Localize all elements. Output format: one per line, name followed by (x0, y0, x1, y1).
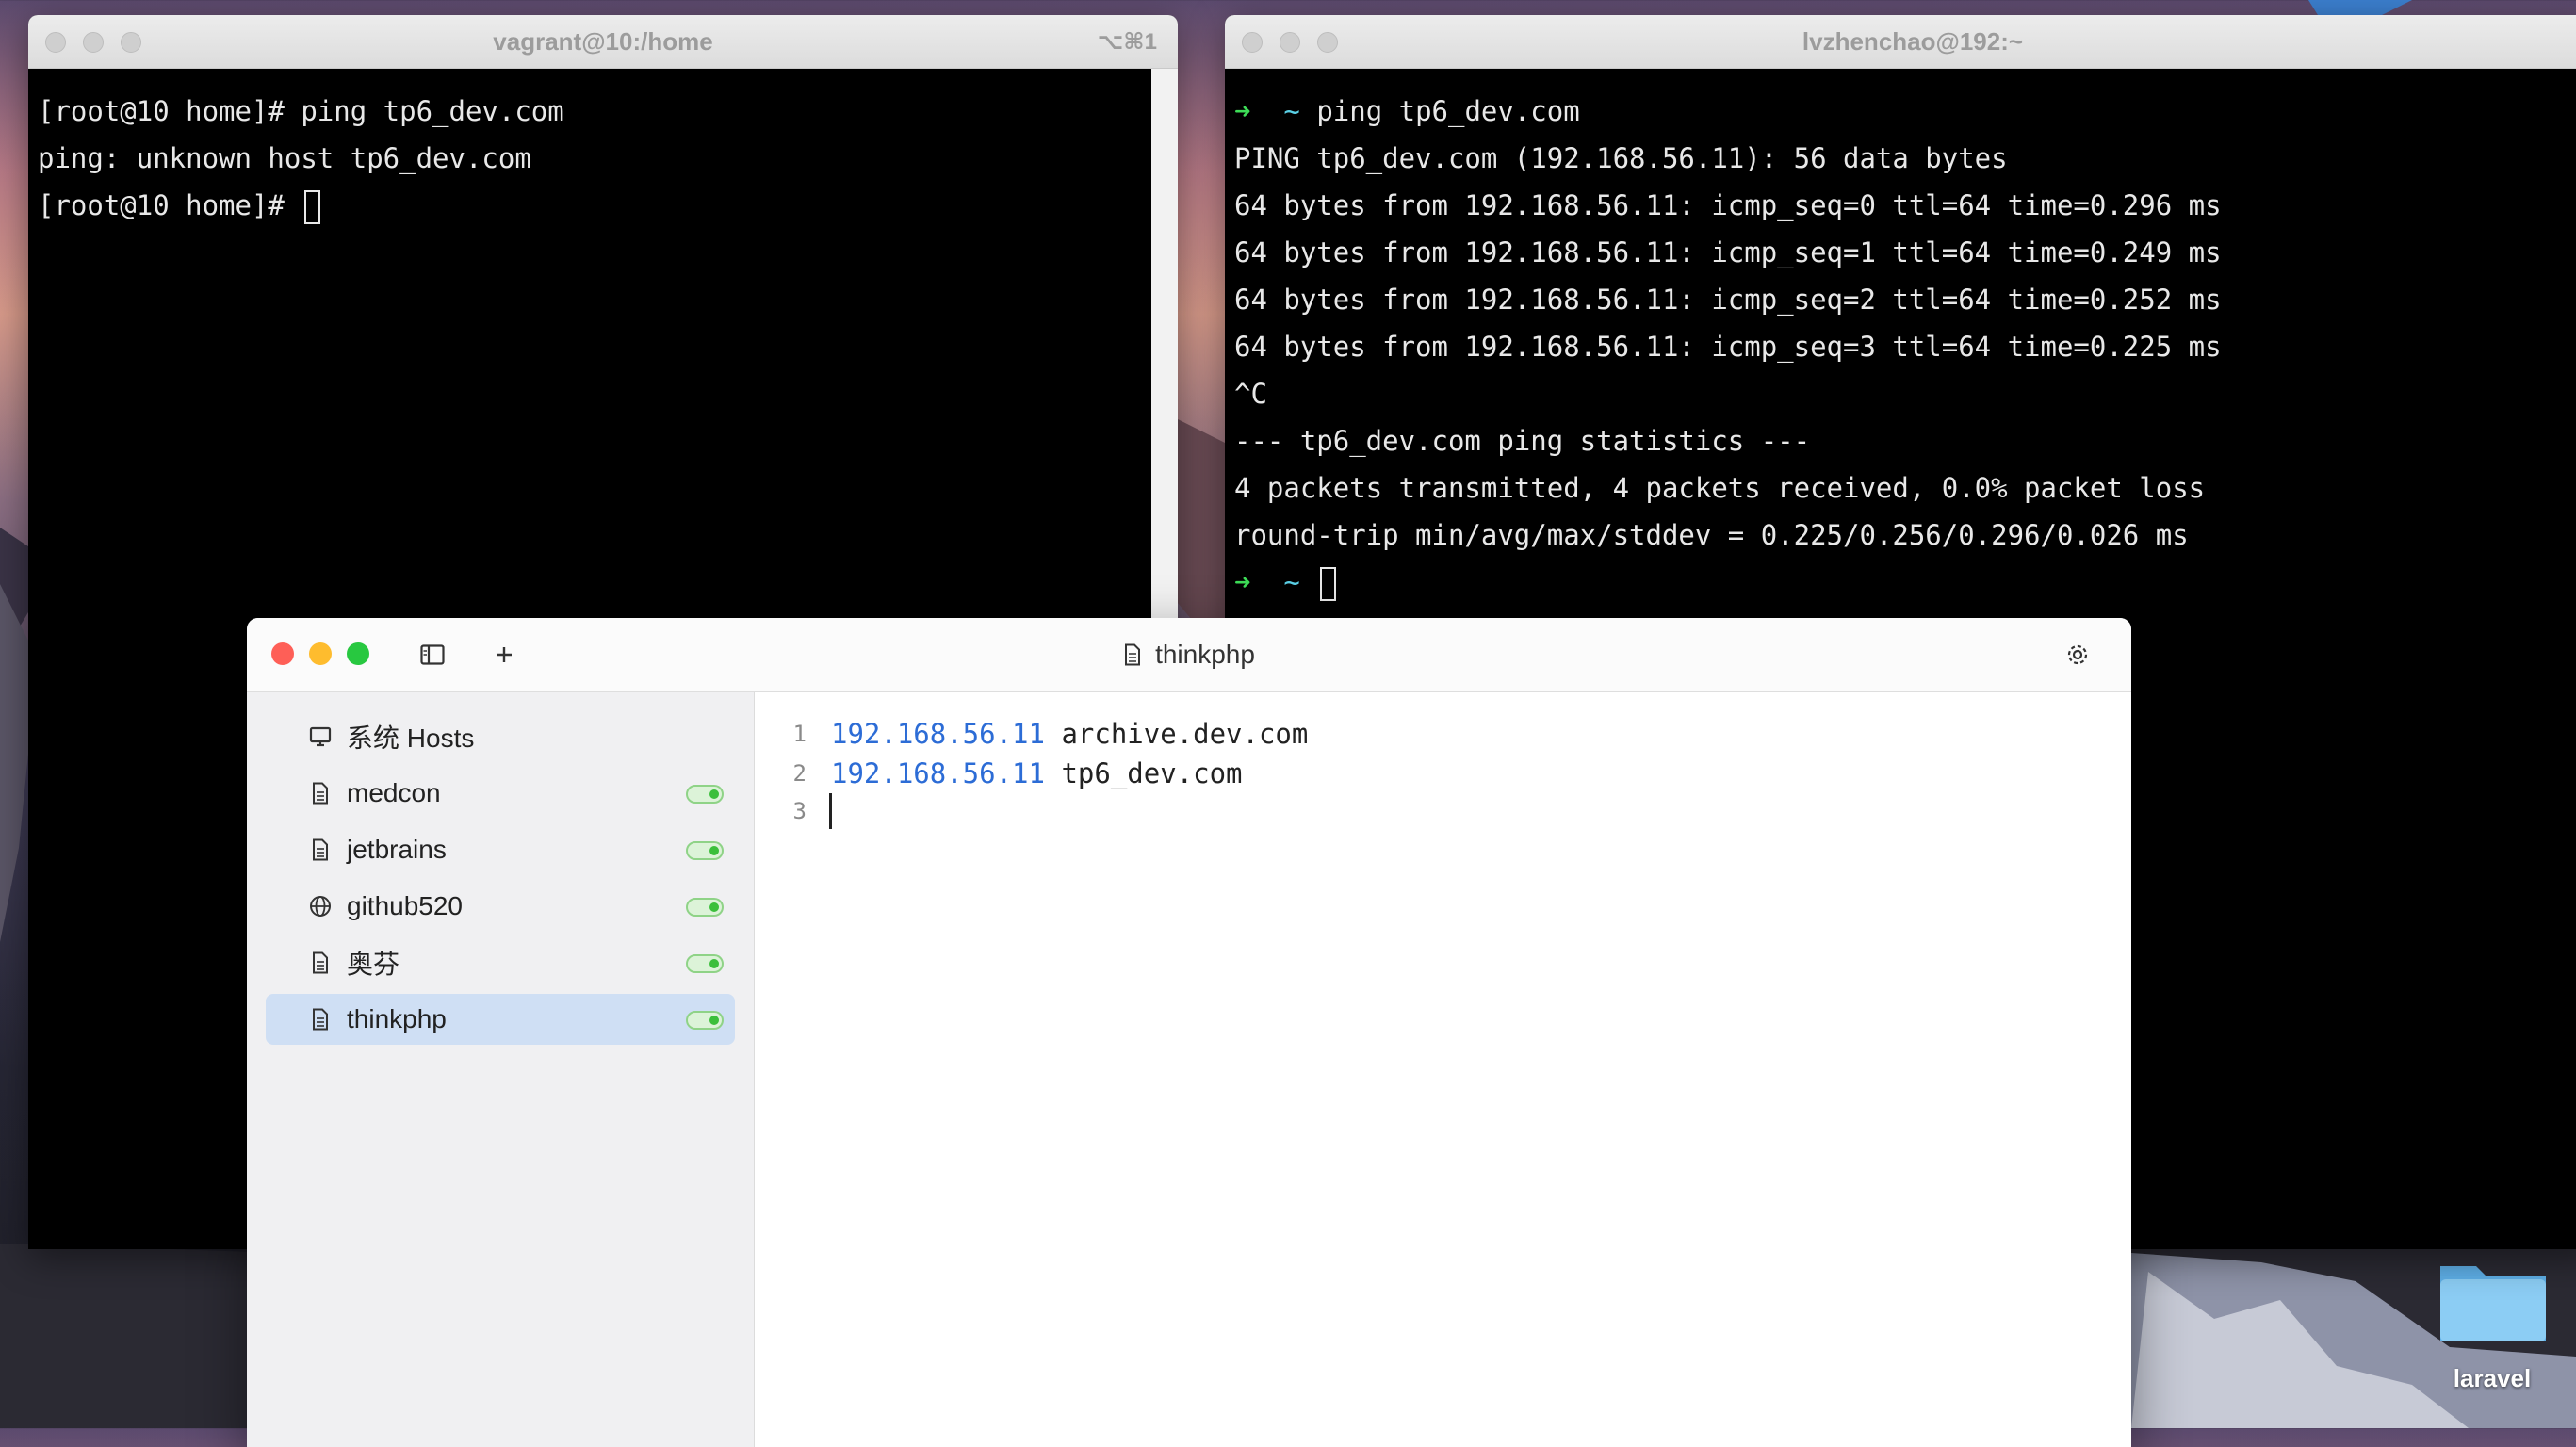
close-button[interactable] (271, 642, 294, 665)
maximize-button[interactable] (347, 642, 369, 665)
terminal-prompt-line: [root@10 home]# (38, 182, 1168, 229)
document-icon (313, 1008, 328, 1031)
document-icon (313, 782, 328, 805)
terminal-cursor (304, 190, 321, 224)
hostname: tp6_dev.com (1044, 757, 1243, 789)
terminal-line: 4 packets transmitted, 4 packets receive… (1234, 472, 2206, 504)
enable-toggle[interactable] (686, 1011, 724, 1030)
minimize-button[interactable] (1280, 32, 1300, 53)
maximize-button[interactable] (1317, 32, 1338, 53)
window-controls[interactable] (271, 642, 369, 665)
prompt-arrow: ➜ (1234, 566, 1251, 598)
terminal-line: ping: unknown host tp6_dev.com (38, 142, 531, 174)
sidebar-item-thinkphp[interactable]: thinkphp (266, 994, 735, 1045)
sidebar-item-medcon[interactable]: medcon (266, 768, 735, 819)
editor-line: 2 192.168.56.11 tp6_dev.com (756, 755, 1243, 792)
editor-line: 1 192.168.56.11 archive.dev.com (756, 715, 1309, 753)
folder-icon[interactable] (2437, 1253, 2550, 1347)
prompt-arrow: ➜ (1234, 95, 1251, 127)
sidebar-item-label: jetbrains (347, 835, 447, 864)
window-controls[interactable] (45, 32, 141, 53)
terminal-left-title: vagrant@10:/home (493, 26, 713, 56)
terminal-command: ping tp6_dev.com (1299, 95, 1580, 127)
sidebar-item-jetbrains[interactable]: jetbrains (266, 824, 735, 875)
hosts-editor[interactable]: 1 192.168.56.11 archive.dev.com 2 192.16… (756, 692, 2131, 1447)
folder-label[interactable]: laravel (2412, 1364, 2572, 1393)
enable-toggle[interactable] (686, 898, 724, 917)
terminal-right-output[interactable]: ➜ ~ ping tp6_dev.com PING tp6_dev.com (19… (1225, 69, 2576, 606)
hosts-app-window[interactable]: thinkphp 系统 Hosts medcon jetbrains githu… (247, 618, 2131, 1447)
minimize-button[interactable] (83, 32, 104, 53)
line-number: 2 (792, 760, 807, 787)
sidebar-item-label: medcon (347, 778, 441, 807)
terminal-prompt-line: ➜ ~ (1234, 559, 2576, 606)
monitor-icon (309, 726, 332, 747)
close-button[interactable] (45, 32, 66, 53)
hostname: archive.dev.com (1044, 718, 1309, 750)
terminal-right-title: lvzhenchao@192:~ (1802, 26, 2024, 56)
terminal-prompt-line: ➜ ~ ping tp6_dev.com (1234, 88, 2576, 135)
sidebar-item-label: 奥芬 (347, 950, 400, 979)
plus-icon (497, 647, 512, 662)
window-controls[interactable] (1242, 32, 1338, 53)
ip-address: 192.168.56.11 (831, 718, 1045, 750)
minimize-button[interactable] (309, 642, 332, 665)
document-icon (313, 951, 328, 974)
text-cursor (829, 793, 832, 829)
maximize-button[interactable] (121, 32, 141, 53)
enable-toggle[interactable] (686, 785, 724, 804)
line-content: 192.168.56.11 archive.dev.com (831, 718, 1308, 750)
terminal-line: [root@10 home]# (38, 189, 302, 221)
terminal-right-titlebar[interactable]: lvzhenchao@192:~ (1225, 15, 2576, 69)
line-number: 3 (792, 798, 807, 824)
app-toolbar: thinkphp (247, 618, 2131, 692)
ip-address: 192.168.56.11 (831, 757, 1045, 789)
app-title-text: thinkphp (1155, 640, 1255, 669)
terminal-line: --- tp6_dev.com ping statistics --- (1234, 425, 1811, 457)
sidebar-item-system-hosts[interactable]: 系统 Hosts (266, 711, 735, 762)
terminal-line: 64 bytes from 192.168.56.11: icmp_seq=3 … (1234, 331, 2222, 363)
terminal-left-output[interactable]: [root@10 home]# ping tp6_dev.com ping: un… (28, 69, 1178, 229)
sidebar-item-label: github520 (347, 891, 464, 920)
document-icon (313, 838, 328, 861)
terminal-line: round-trip min/avg/max/stddev = 0.225/0.… (1234, 519, 2189, 551)
terminal-left-titlebar[interactable]: vagrant@10:/home ⌥⌘1 (28, 15, 1178, 69)
add-button[interactable] (488, 639, 520, 671)
sidebar-toggle-button[interactable] (416, 639, 448, 671)
terminal-line: ^C (1234, 378, 1267, 410)
app-title: thinkphp (1123, 640, 1255, 670)
terminal-line: [root@10 home]# ping tp6_dev.com (38, 95, 564, 127)
prompt-dir: ~ (1283, 566, 1300, 598)
sidebar-item-label: 系统 Hosts (347, 724, 475, 753)
sidebar-toggle-icon (420, 644, 445, 665)
line-number: 1 (792, 721, 807, 747)
document-icon (1125, 643, 1141, 666)
sidebar-item-aofen[interactable]: 奥芬 (266, 937, 735, 988)
terminal-cursor (1320, 567, 1337, 601)
terminal-line: 64 bytes from 192.168.56.11: icmp_seq=0 … (1234, 189, 2222, 221)
enable-toggle[interactable] (686, 954, 724, 973)
enable-toggle[interactable] (686, 841, 724, 860)
close-button[interactable] (1242, 32, 1263, 53)
terminal-line: PING tp6_dev.com (192.168.56.11): 56 dat… (1234, 142, 2008, 174)
gear-icon (2067, 644, 2088, 665)
settings-button[interactable] (2062, 639, 2094, 671)
tab-shortcut: ⌥⌘1 (1097, 29, 1157, 55)
terminal-line: 64 bytes from 192.168.56.11: icmp_seq=1 … (1234, 236, 2222, 268)
sidebar-item-github520[interactable]: github520 (266, 881, 735, 932)
terminal-line: 64 bytes from 192.168.56.11: icmp_seq=2 … (1234, 284, 2222, 316)
globe-icon (310, 896, 331, 917)
sidebar-item-label: thinkphp (347, 1004, 447, 1033)
editor-line: 3 (756, 792, 832, 830)
hosts-sidebar: 系统 Hosts medcon jetbrains github520 奥芬 t… (247, 692, 755, 1447)
prompt-dir: ~ (1283, 95, 1300, 127)
line-content: 192.168.56.11 tp6_dev.com (831, 757, 1243, 789)
